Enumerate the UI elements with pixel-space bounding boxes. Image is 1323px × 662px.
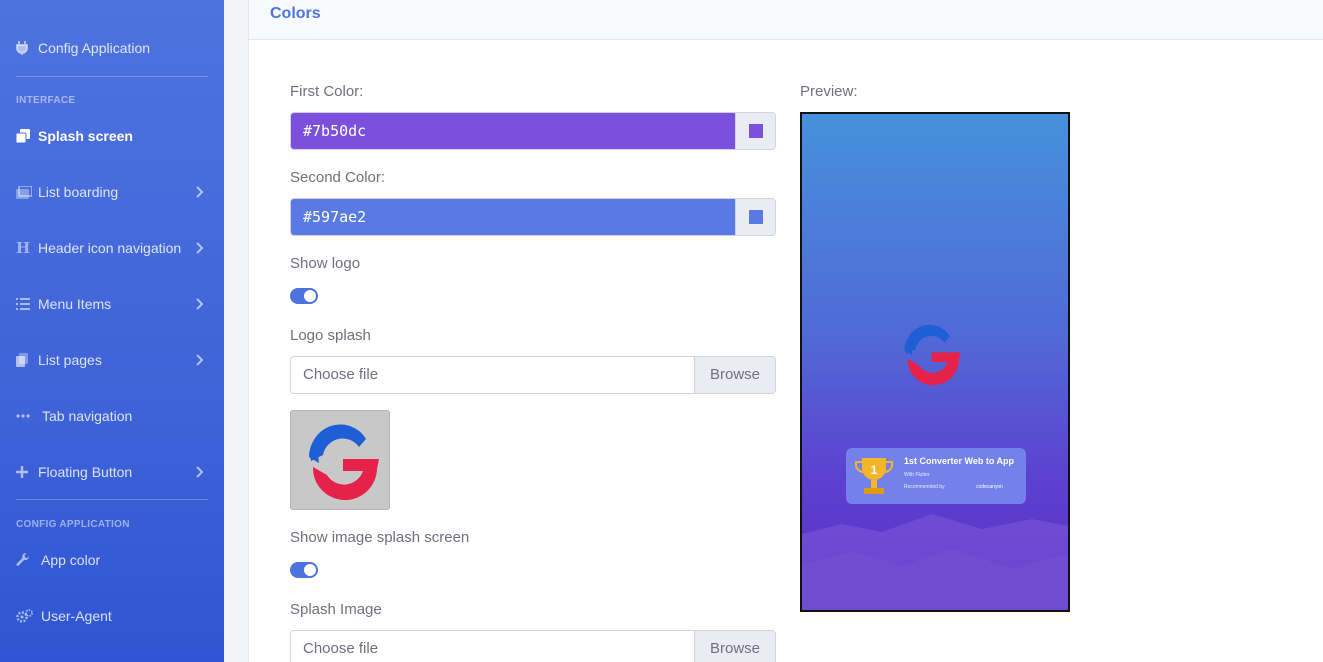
logo-splash-label: Logo splash: [290, 327, 371, 344]
sidebar-item-label: Config Application: [38, 40, 151, 56]
browse-button[interactable]: Browse: [694, 631, 775, 662]
sidebar: Config Application INTERFACE Splash scre…: [0, 0, 224, 662]
preview-logo-icon: [904, 324, 961, 386]
sidebar-item-label: Splash screen: [38, 128, 133, 144]
sidebar-item-app-color[interactable]: App color: [0, 540, 224, 580]
splash-image-label: Splash Image: [290, 601, 382, 618]
first-color-field[interactable]: #7b50dc: [291, 113, 735, 149]
first-color-label: First Color:: [290, 83, 364, 100]
chevron-right-icon: [196, 466, 204, 478]
splash-image-file-input[interactable]: Choose file Browse: [290, 630, 776, 662]
second-color-picker[interactable]: [735, 199, 775, 235]
show-logo-label: Show logo: [290, 255, 361, 272]
first-color-picker[interactable]: [735, 113, 775, 149]
sidebar-item-tab-navigation[interactable]: Tab navigation: [0, 396, 224, 436]
sidebar-heading-config: CONFIG APPLICATION: [16, 519, 130, 530]
card-header: Colors: [249, 0, 1323, 40]
badge-brand: codecanyon: [976, 484, 1003, 490]
sidebar-item-label: App color: [41, 552, 101, 568]
sidebar-item-label: Floating Button: [38, 464, 133, 480]
badge-title: 1st Converter Web to App: [904, 456, 1015, 466]
sidebar-item-label: Header icon navigation: [38, 240, 182, 256]
ellipsis-icon: [16, 414, 42, 418]
pages-icon: [16, 353, 38, 367]
chevron-right-icon: [196, 242, 204, 254]
copy-icon: [16, 129, 38, 143]
plug-icon: [16, 41, 38, 55]
chevron-right-icon: [196, 298, 204, 310]
sidebar-item-user-agent[interactable]: User-Agent: [0, 596, 224, 636]
content-gutter: [224, 0, 248, 662]
second-color-swatch: [748, 210, 763, 224]
wrench-icon: [16, 553, 41, 567]
first-color-input-group[interactable]: #7b50dc: [290, 112, 776, 150]
choose-file-text: Choose file: [303, 366, 379, 383]
chevron-right-icon: [196, 354, 204, 366]
show-logo-toggle[interactable]: [290, 288, 318, 304]
colors-card: Colors First Color: #7b50dc Second Color…: [248, 0, 1323, 662]
sidebar-item-list-boarding[interactable]: List boarding: [0, 172, 224, 212]
sidebar-item-menu-items[interactable]: Menu Items: [0, 284, 224, 324]
badge-subtitle: With Flutter: [904, 472, 930, 478]
sidebar-item-list-pages[interactable]: List pages: [0, 340, 224, 380]
sidebar-item-config-application[interactable]: Config Application: [0, 28, 224, 68]
sidebar-item-label: List pages: [38, 352, 102, 368]
card-title: Colors: [270, 5, 321, 22]
plus-icon: [16, 466, 38, 478]
badge-recommended: Recommended by: [904, 484, 945, 490]
first-color-swatch: [748, 124, 763, 138]
show-image-splash-toggle[interactable]: [290, 562, 318, 578]
trophy-icon: 1: [855, 458, 893, 494]
sidebar-item-label: Menu Items: [38, 296, 112, 312]
preview-label: Preview:: [800, 83, 858, 100]
sidebar-item-label: List boarding: [38, 184, 119, 200]
chevron-right-icon: [196, 186, 204, 198]
toggle-knob: [304, 290, 316, 302]
sidebar-item-label: Tab navigation: [42, 408, 133, 424]
splash-preview: 1 1st Converter Web to App With Flutter …: [800, 112, 1070, 612]
sidebar-divider: [16, 499, 208, 500]
choose-file-text: Choose file: [303, 640, 379, 657]
sidebar-item-floating-button[interactable]: Floating Button: [0, 452, 224, 492]
svg-text:1: 1: [871, 463, 878, 477]
images-icon: [16, 185, 38, 199]
sidebar-item-header-icon-navigation[interactable]: H Header icon navigation: [0, 228, 224, 268]
logo-splash-file-input[interactable]: Choose file Browse: [290, 356, 776, 394]
browse-button[interactable]: Browse: [694, 357, 775, 393]
heading-icon: H: [16, 239, 31, 257]
sidebar-heading-interface: INTERFACE: [16, 95, 76, 106]
preview-award-badge: 1 1st Converter Web to App With Flutter …: [846, 448, 1026, 504]
sidebar-divider: [16, 76, 208, 77]
show-image-splash-label: Show image splash screen: [290, 529, 470, 546]
sidebar-item-splash-screen[interactable]: Splash screen: [0, 116, 224, 156]
toggle-knob: [304, 564, 316, 576]
second-color-input-group[interactable]: #597ae2: [290, 198, 776, 236]
g-logo-icon: [309, 424, 379, 501]
second-color-label: Second Color:: [290, 169, 386, 186]
cogs-icon: [16, 609, 41, 623]
list-icon: [16, 298, 38, 310]
sidebar-item-label: User-Agent: [41, 608, 112, 624]
second-color-field[interactable]: #597ae2: [291, 199, 735, 235]
logo-thumbnail: [290, 410, 390, 510]
